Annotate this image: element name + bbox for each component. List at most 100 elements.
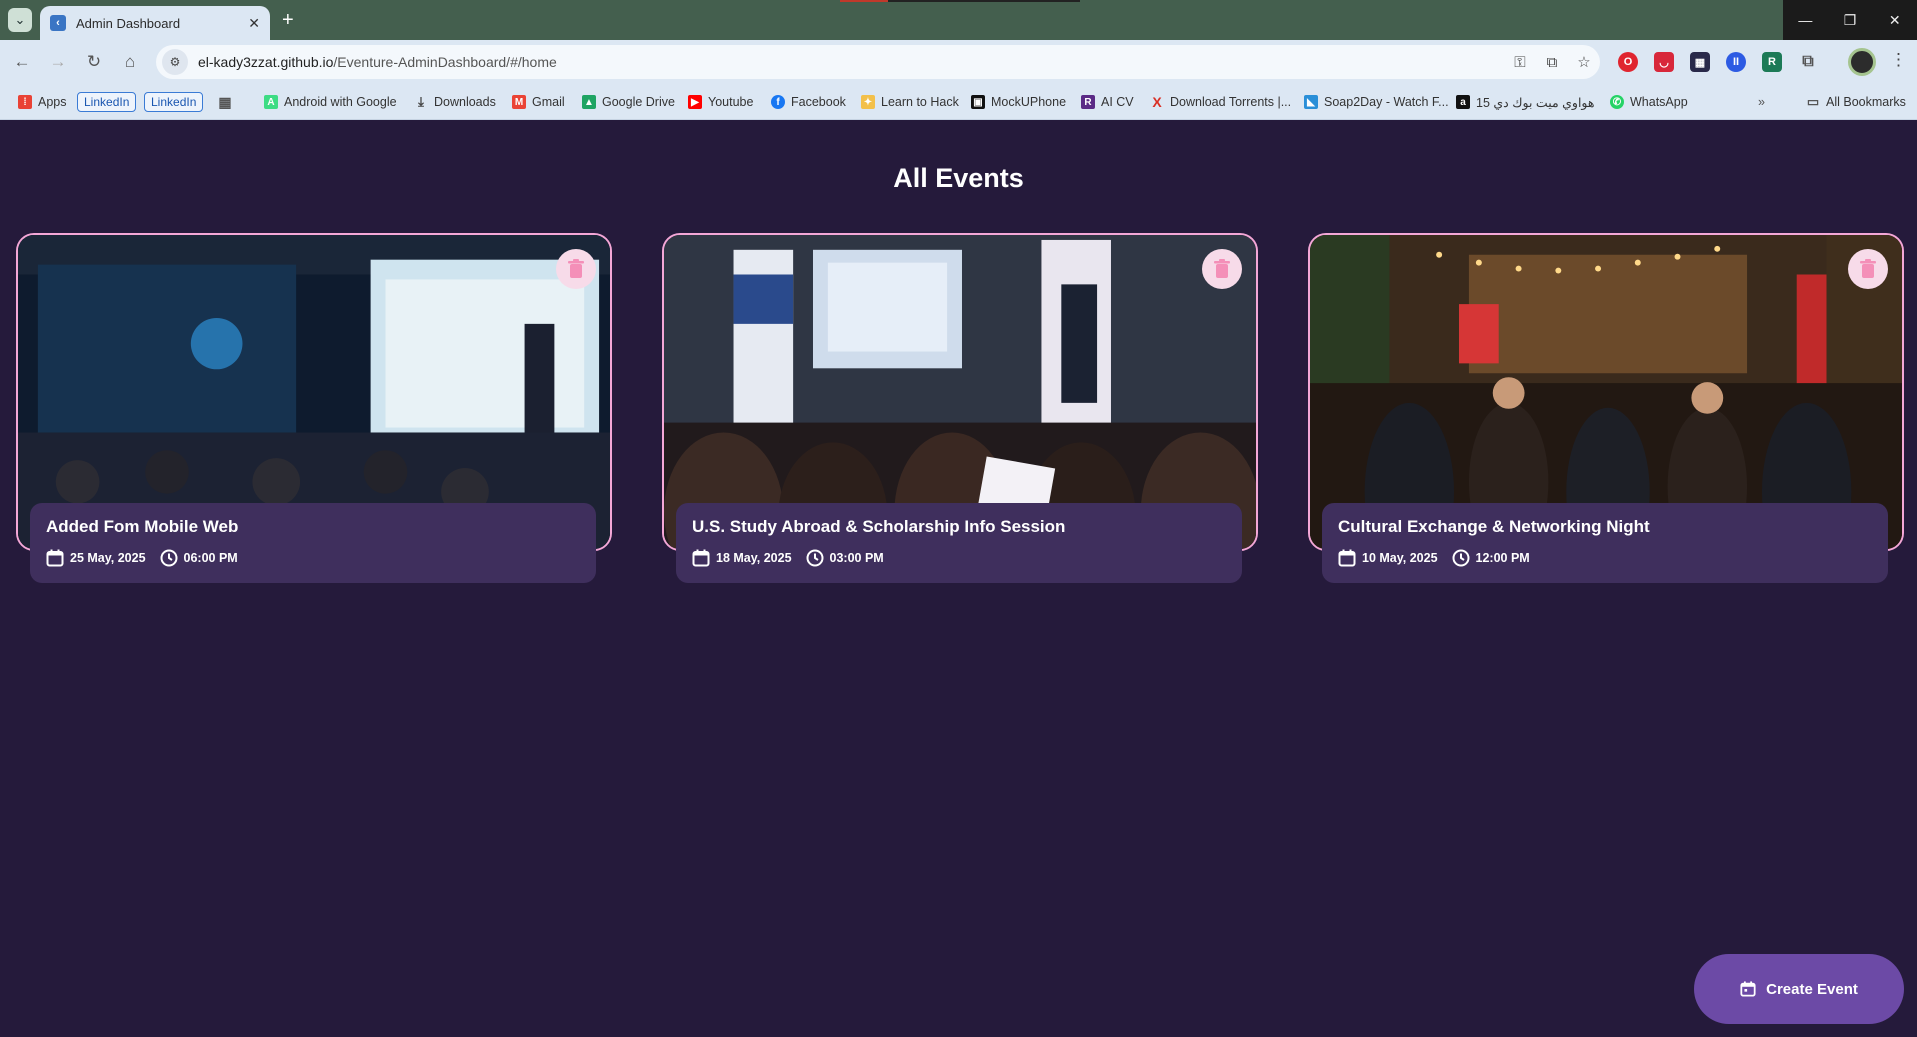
- url-text[interactable]: el-kady3zzat.github.io/Eventure-AdminDas…: [198, 54, 1504, 70]
- clock-icon: [806, 549, 824, 567]
- android-icon: A: [264, 95, 278, 109]
- r-extension-icon[interactable]: R: [1762, 52, 1782, 72]
- bookmark-label: Download Torrents |...: [1170, 95, 1292, 109]
- event-date-text: 18 May, 2025: [716, 551, 792, 565]
- bookmark-google-drive[interactable]: ▲ Google Drive: [582, 91, 675, 113]
- pause-extension-icon[interactable]: II: [1726, 52, 1746, 72]
- torrent-x-icon: X: [1152, 94, 1162, 110]
- browser-toolbar: ← → ↻ ⌂ ⚙ el-kady3zzat.github.io/Eventur…: [0, 40, 1917, 84]
- all-bookmarks[interactable]: ▭ All Bookmarks: [1806, 91, 1906, 113]
- window-controls: — ❐ ✕: [1783, 0, 1917, 40]
- event-meta: 10 May, 2025 12:00 PM: [1338, 549, 1872, 567]
- browser-titlebar: ⌄ ‹ Admin Dashboard ✕ + — ❐ ✕: [0, 0, 1917, 40]
- whatsapp-icon: ✆: [1610, 95, 1624, 109]
- bookmark-apps[interactable]: ⁞ Apps: [18, 91, 67, 113]
- delete-event-button[interactable]: [1202, 249, 1242, 289]
- event-image: [18, 235, 610, 549]
- event-info-panel: Cultural Exchange & Networking Night 10 …: [1322, 503, 1888, 583]
- calendar-icon: [46, 549, 64, 567]
- event-card[interactable]: Cultural Exchange & Networking Night 10 …: [1308, 233, 1904, 583]
- tab-close-icon[interactable]: ✕: [248, 15, 260, 32]
- bookmarks-overflow-icon[interactable]: »: [1758, 91, 1765, 113]
- pocket-extension-icon[interactable]: ◡: [1654, 52, 1674, 72]
- event-time: 03:00 PM: [806, 549, 884, 567]
- tab-search-button[interactable]: ⌄: [8, 8, 32, 32]
- bookmark-label: LinkedIn: [144, 92, 204, 112]
- site-info-icon[interactable]: ⚙: [162, 49, 188, 75]
- event-time: 12:00 PM: [1452, 549, 1530, 567]
- bookmark-ai-cv[interactable]: R AI CV: [1081, 91, 1134, 113]
- bookmark-gmail[interactable]: M Gmail: [512, 91, 565, 113]
- event-date: 10 May, 2025: [1338, 549, 1438, 567]
- back-icon[interactable]: ←: [10, 50, 34, 74]
- youtube-icon: ▶: [688, 95, 702, 109]
- tab-favicon-icon: ‹: [50, 15, 66, 31]
- bookmark-label: AI CV: [1101, 95, 1134, 109]
- bookmark-folder[interactable]: ▦: [218, 91, 238, 113]
- event-date-text: 10 May, 2025: [1362, 551, 1438, 565]
- bookmark-youtube[interactable]: ▶ Youtube: [688, 91, 753, 113]
- bookmark-learn-to-hack[interactable]: ✦ Learn to Hack: [861, 91, 959, 113]
- google-drive-icon: ▲: [582, 95, 596, 109]
- bookmark-linkedin-1[interactable]: LinkedIn: [77, 91, 137, 113]
- event-time-text: 06:00 PM: [183, 551, 238, 565]
- forward-icon[interactable]: →: [46, 50, 70, 74]
- restore-button[interactable]: ❐: [1828, 0, 1873, 40]
- clock-icon: [160, 549, 178, 567]
- bookmark-linkedin-2[interactable]: LinkedIn: [144, 91, 204, 113]
- delete-event-button[interactable]: [1848, 249, 1888, 289]
- new-tab-button[interactable]: +: [282, 9, 294, 32]
- browser-tab[interactable]: ‹ Admin Dashboard ✕: [40, 6, 270, 40]
- extension-icon[interactable]: ▦: [1690, 52, 1710, 72]
- minimize-button[interactable]: —: [1783, 0, 1828, 40]
- bookmark-label: MockUPhone: [991, 95, 1067, 109]
- hack-icon: ✦: [861, 95, 875, 109]
- delete-event-button[interactable]: [556, 249, 596, 289]
- bookmark-whatsapp[interactable]: ✆ WhatsApp: [1610, 91, 1688, 113]
- extensions-puzzle-icon[interactable]: ⧉: [1798, 52, 1818, 72]
- bookmark-label: Downloads: [434, 95, 496, 109]
- bookmark-label: Apps: [38, 95, 67, 109]
- bookmark-facebook[interactable]: f Facebook: [771, 91, 846, 113]
- bookmark-mockuphone[interactable]: ▣ MockUPhone: [971, 91, 1066, 113]
- event-title: U.S. Study Abroad & Scholarship Info Ses…: [692, 517, 1066, 536]
- event-card[interactable]: Added Fom Mobile Web 25 May, 2025 06:00 …: [16, 233, 612, 583]
- create-event-button[interactable]: Create Event: [1694, 954, 1904, 1024]
- bookmark-label: LinkedIn: [77, 92, 137, 112]
- close-window-button[interactable]: ✕: [1872, 0, 1917, 40]
- install-app-icon[interactable]: ⧉: [1536, 54, 1568, 71]
- event-time-text: 12:00 PM: [1475, 551, 1530, 565]
- bookmark-label: هواوي ميت بوك دي 15: [1476, 95, 1595, 110]
- create-event-label: Create Event: [1766, 980, 1858, 998]
- bookmark-amazon[interactable]: a هواوي ميت بوك دي 15: [1456, 91, 1594, 113]
- event-info-panel: U.S. Study Abroad & Scholarship Info Ses…: [676, 503, 1242, 583]
- event-meta: 18 May, 2025 03:00 PM: [692, 549, 1226, 567]
- event-date-text: 25 May, 2025: [70, 551, 146, 565]
- calendar-icon: [692, 549, 710, 567]
- browser-menu-icon[interactable]: ⋮: [1890, 50, 1907, 70]
- reload-icon[interactable]: ↻: [82, 50, 106, 74]
- bookmark-label: Youtube: [708, 95, 754, 109]
- profile-avatar[interactable]: [1848, 48, 1876, 76]
- bookmark-soap2day[interactable]: ◣ Soap2Day - Watch F...: [1304, 91, 1449, 113]
- apps-grid-icon: ⁞: [18, 95, 32, 109]
- bookmark-downloads[interactable]: ⤓ Downloads: [414, 91, 496, 113]
- trash-icon: [568, 259, 584, 278]
- bookmark-android[interactable]: A Android with Google: [264, 91, 397, 113]
- page-title: All Events: [893, 163, 1024, 193]
- gmail-icon: M: [512, 95, 526, 109]
- ai-cv-icon: R: [1081, 95, 1095, 109]
- bookmark-label: Learn to Hack: [881, 95, 959, 109]
- bookmark-label: Gmail: [532, 95, 565, 109]
- event-card[interactable]: U.S. Study Abroad & Scholarship Info Ses…: [662, 233, 1258, 583]
- bookmark-star-icon[interactable]: ☆: [1568, 53, 1600, 71]
- bookmark-download-torrents[interactable]: X Download Torrents |...: [1150, 91, 1291, 113]
- password-key-icon[interactable]: ⚿: [1504, 54, 1536, 71]
- address-bar[interactable]: ⚙ el-kady3zzat.github.io/Eventure-AdminD…: [156, 45, 1600, 79]
- bookmark-label: Android with Google: [284, 95, 397, 109]
- home-icon[interactable]: ⌂: [118, 50, 142, 74]
- opera-extension-icon[interactable]: O: [1618, 52, 1638, 72]
- bookmark-label: WhatsApp: [1630, 95, 1688, 109]
- url-path: /Eventure-AdminDashboard/#/home: [333, 54, 557, 70]
- titlebar-accent-red: [840, 0, 888, 2]
